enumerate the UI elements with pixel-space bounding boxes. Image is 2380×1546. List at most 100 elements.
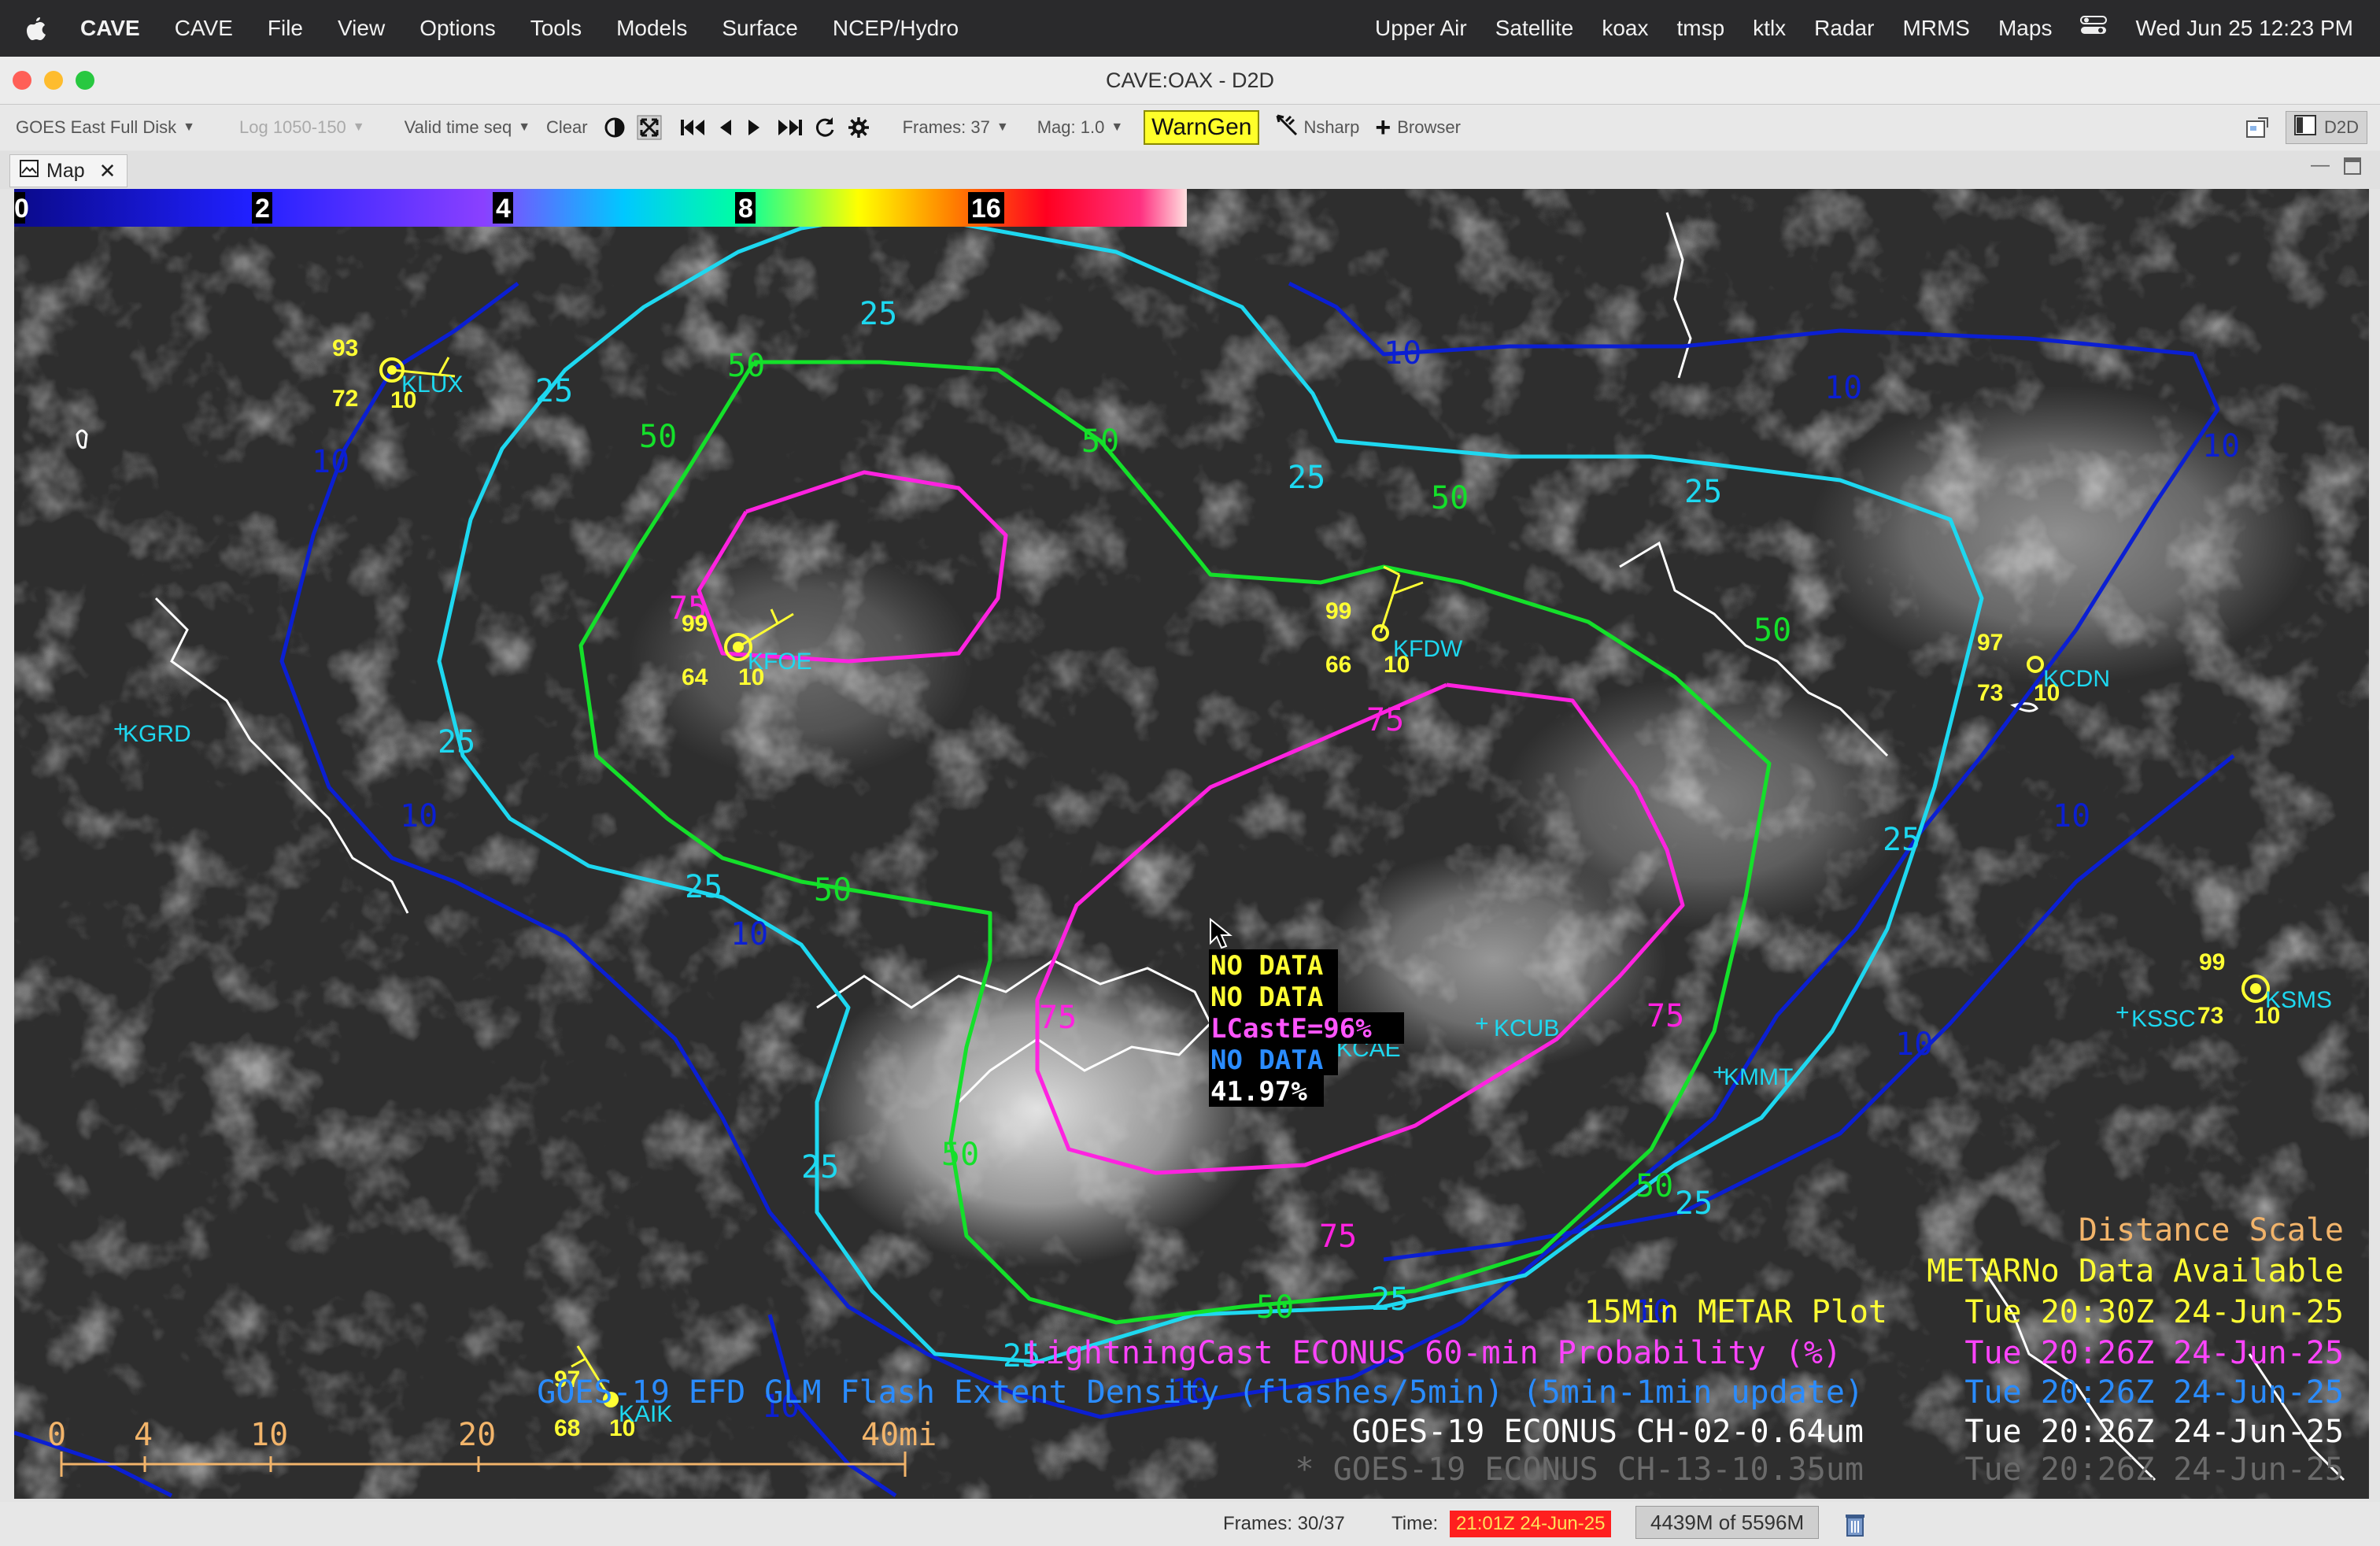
legend-ch02-visible[interactable]: GOES-19 ECONUS CH-02-0.64um	[1352, 1414, 1864, 1450]
map-canvas[interactable]: 10 10 10 10 10 10 10 10 10 10 10 25 25 2…	[14, 189, 2369, 1499]
menu-satellite[interactable]: Satellite	[1481, 0, 1588, 57]
station-id: KLUX	[401, 372, 463, 398]
source-dropdown[interactable]: GOES East Full Disk ▼	[16, 117, 195, 138]
tab-map-label: Map	[46, 159, 85, 182]
station-id: KCDN	[2043, 666, 2110, 692]
contour-label-10: 10	[312, 444, 349, 480]
station-id: KFOE	[748, 649, 812, 675]
station-id: KSMS	[2265, 987, 2332, 1013]
nsharp-button[interactable]: Nsharp	[1275, 113, 1359, 142]
menu-clock[interactable]: Wed Jun 25 12:23 PM	[2121, 0, 2380, 57]
station-marker: +	[2116, 1000, 2130, 1026]
menu-ktlx[interactable]: ktlx	[1739, 0, 1800, 57]
legend-ch13-infrared[interactable]: * GOES-19 ECONUS CH-13-10.35um	[1295, 1452, 1864, 1488]
menu-surface[interactable]: Surface	[704, 0, 815, 57]
cloud-cluster	[1502, 677, 1911, 929]
contour-label-25: 25	[1883, 822, 1920, 858]
legend-glm-time: Tue 20:26Z 24-Jun-25	[1964, 1374, 2344, 1411]
menu-ncep-hydro[interactable]: NCEP/Hydro	[815, 0, 976, 57]
valid-time-dropdown[interactable]: Valid time seq ▼	[405, 117, 530, 138]
sample-metar-plot-value: NO DATA	[1210, 982, 1323, 1013]
memory-status: 4439M of 5596M	[1635, 1506, 1820, 1539]
station-id-kgrd[interactable]: KGRD	[123, 721, 191, 747]
caret-down-icon: ▼	[1111, 120, 1124, 134]
station-dewpoint: 72	[332, 386, 358, 412]
cave-window: CAVE:OAX - D2D GOES East Full Disk ▼ Log …	[0, 57, 2380, 1546]
pan-zoom-icon[interactable]	[637, 115, 662, 140]
first-frame-icon[interactable]	[679, 117, 706, 139]
legend-ch02-time: Tue 20:26Z 24-Jun-25	[1964, 1414, 2344, 1450]
step-back-icon[interactable]	[717, 117, 733, 139]
log-dropdown[interactable]: Log 1050-150 ▼	[239, 117, 365, 138]
warngen-button[interactable]: WarnGen	[1144, 110, 1260, 145]
menu-mrms[interactable]: MRMS	[1888, 0, 1984, 57]
legend-metar-no-data[interactable]: METARNo Data Available	[1927, 1253, 2344, 1289]
menu-tmsp[interactable]: tmsp	[1662, 0, 1739, 57]
clear-button[interactable]: Clear	[546, 117, 588, 138]
menu-view[interactable]: View	[320, 0, 402, 57]
minimize-view-icon[interactable]: —	[2311, 154, 2330, 176]
contour-label-50: 50	[727, 348, 765, 384]
scale-label: 0	[47, 1417, 66, 1453]
frames-dropdown[interactable]: Frames: 37 ▼	[903, 117, 1009, 138]
menu-maps[interactable]: Maps	[1984, 0, 2066, 57]
contour-label-10: 10	[1824, 370, 1862, 406]
menu-radar[interactable]: Radar	[1800, 0, 1888, 57]
menu-models[interactable]: Models	[599, 0, 704, 57]
contour-label-10: 10	[730, 916, 768, 952]
sample-visible-value: 41.97%	[1210, 1076, 1307, 1108]
contour-label-25: 25	[1675, 1185, 1713, 1222]
menu-cave[interactable]: CAVE	[157, 0, 250, 57]
station-temp: 99	[2199, 949, 2225, 975]
maximize-view-icon[interactable]	[2344, 157, 2361, 179]
window-titlebar: CAVE:OAX - D2D	[0, 57, 2380, 105]
step-forward-icon[interactable]	[747, 117, 763, 139]
contour-label-25: 25	[1371, 1282, 1409, 1318]
legend-lightningcast[interactable]: LightningCast ECONUS 60-min Probability …	[1026, 1335, 1842, 1371]
caret-down-icon: ▼	[183, 120, 195, 134]
apple-icon[interactable]	[0, 16, 63, 41]
magnification-dropdown[interactable]: Mag: 1.0 ▼	[1037, 117, 1123, 138]
contour-label-25: 25	[685, 869, 722, 905]
contour-label-10: 10	[400, 798, 438, 834]
contour-label-25: 25	[801, 1149, 839, 1185]
close-tab-icon[interactable]: ✕	[99, 159, 116, 183]
scale-label: 40mi	[861, 1417, 937, 1453]
menu-tools[interactable]: Tools	[513, 0, 599, 57]
flash-density-colorbar: 0 2 4 8 16	[14, 189, 1187, 227]
contour-label-25: 25	[535, 373, 573, 409]
browser-button[interactable]: + Browser	[1375, 113, 1461, 143]
legend-metar-plot[interactable]: 15Min METAR Plot	[1584, 1294, 1887, 1330]
loop-settings-gear-icon[interactable]	[848, 117, 870, 139]
colorbar-label: 4	[496, 194, 511, 224]
station-dewpoint: 64	[682, 664, 708, 690]
legend-distance-scale[interactable]: Distance Scale	[2079, 1212, 2344, 1248]
menu-options[interactable]: Options	[402, 0, 513, 57]
station-id-kmmt[interactable]: KMMT	[1724, 1064, 1793, 1090]
menu-upper-air[interactable]: Upper Air	[1361, 0, 1481, 57]
contour-label-50: 50	[1431, 480, 1469, 516]
scale-label: 20	[458, 1417, 496, 1453]
legend-glm-flash-density[interactable]: GOES-19 EFD GLM Flash Extent Density (fl…	[537, 1374, 1864, 1411]
trash-icon[interactable]	[1845, 1502, 1865, 1546]
control-center-icon[interactable]	[2066, 0, 2121, 57]
legend-metar-plot-time: Tue 20:30Z 24-Jun-25	[1964, 1294, 2344, 1330]
caret-down-icon: ▼	[996, 120, 1009, 134]
menu-koax[interactable]: koax	[1587, 0, 1662, 57]
legend-lightningcast-time: Tue 20:26Z 24-Jun-25	[1964, 1335, 2344, 1371]
menu-app-name[interactable]: CAVE	[63, 0, 157, 57]
last-frame-icon[interactable]	[777, 117, 804, 139]
sky-cover-icon	[2250, 983, 2261, 994]
image-toggle-icon[interactable]	[604, 117, 626, 139]
colorbar-label: 2	[255, 194, 270, 224]
menu-file[interactable]: File	[250, 0, 320, 57]
station-id-kcub[interactable]: KCUB	[1494, 1015, 1559, 1041]
contour-label-75: 75	[1646, 998, 1684, 1034]
sample-glm-value: NO DATA	[1210, 1045, 1323, 1076]
d2d-perspective-button[interactable]: D2D	[2285, 111, 2367, 144]
tab-map[interactable]: Map ✕	[9, 154, 128, 187]
station-id-kssc[interactable]: KSSC	[2131, 1006, 2196, 1032]
loop-icon[interactable]	[813, 116, 837, 139]
open-perspective-icon[interactable]	[2246, 117, 2268, 138]
map-display[interactable]: 10 10 10 10 10 10 10 10 10 10 10 25 25 2…	[14, 189, 2369, 1499]
